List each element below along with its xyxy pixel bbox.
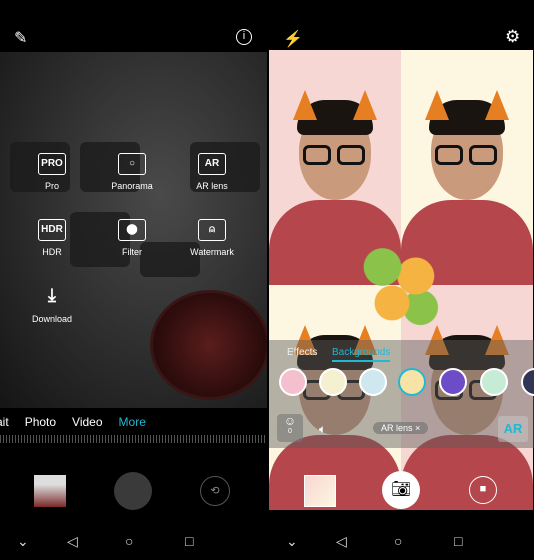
rog-logo bbox=[150, 290, 267, 400]
watermark-icon: ⍝ bbox=[198, 219, 226, 241]
mode-tabs: ait Photo Video More bbox=[0, 415, 146, 429]
giraffe-frog-sticker bbox=[354, 240, 449, 330]
tab-portrait[interactable]: ait bbox=[0, 415, 9, 429]
mode-filter[interactable]: ⬤ Filter bbox=[87, 219, 177, 257]
hdr-icon: HDR bbox=[38, 219, 66, 241]
back-icon[interactable]: ◁ bbox=[336, 533, 347, 550]
camera-more-modes-screen: ✎ i PRO Pro ○ Panorama AR AR lens HDR HDR ⬤ F… bbox=[0, 0, 267, 560]
tab-effects[interactable]: Effects bbox=[287, 347, 317, 358]
info-icon[interactable]: i bbox=[236, 29, 252, 45]
face-icon: ☺ bbox=[283, 414, 297, 428]
shutter-button[interactable]: 📷︎ bbox=[382, 471, 420, 509]
switch-camera-button[interactable]: ⟲ bbox=[200, 476, 230, 506]
ar-badge[interactable]: AR bbox=[498, 416, 528, 442]
mode-download[interactable]: ⤓ Download bbox=[7, 285, 97, 325]
back-icon[interactable]: ◁ bbox=[67, 533, 78, 550]
flash-off-icon[interactable]: ⚡ bbox=[283, 29, 303, 49]
pencil-icon[interactable]: ✎ bbox=[14, 28, 27, 48]
panorama-icon: ○ bbox=[118, 153, 146, 175]
chevron-down-icon[interactable]: ⌄ bbox=[17, 533, 29, 550]
mode-panorama[interactable]: ○ Panorama bbox=[87, 153, 177, 191]
mode-ar-lens[interactable]: AR AR lens bbox=[167, 153, 257, 191]
video-record-button[interactable]: ■ bbox=[469, 476, 497, 504]
recents-icon[interactable]: □ bbox=[185, 533, 193, 549]
download-icon: ⤓ bbox=[48, 285, 56, 305]
sticker-bunny[interactable] bbox=[319, 368, 347, 396]
mode-hdr[interactable]: HDR HDR bbox=[7, 219, 97, 257]
tab-more[interactable]: More bbox=[119, 415, 146, 429]
ar-lens-chip[interactable]: AR lens × bbox=[373, 422, 429, 434]
gallery-thumbnail[interactable] bbox=[304, 475, 336, 507]
filter-icon: ⬤ bbox=[118, 219, 146, 241]
face-count-button[interactable]: ☺ 0 bbox=[277, 414, 303, 442]
gallery-thumbnail[interactable] bbox=[34, 475, 66, 507]
sticker-animals-selected[interactable] bbox=[398, 368, 426, 396]
sticker-galaxy[interactable] bbox=[439, 368, 467, 396]
gear-icon[interactable]: ⚙ bbox=[505, 27, 520, 47]
sound-icon[interactable]: 🔈︎ bbox=[319, 422, 326, 437]
tab-photo[interactable]: Photo bbox=[25, 415, 56, 429]
shutter-button[interactable] bbox=[114, 472, 152, 510]
sticker-cupcake[interactable] bbox=[480, 368, 508, 396]
tab-backgrounds[interactable]: Backgrounds bbox=[332, 347, 391, 362]
ar-lens-screen: ⚡ ⚙ Effects Backgrounds ☺ 0 🔈︎ AR lens × … bbox=[269, 0, 534, 560]
ar-icon: AR bbox=[198, 153, 226, 175]
tab-video[interactable]: Video bbox=[72, 415, 102, 429]
mode-scroll-ruler[interactable] bbox=[0, 435, 267, 443]
sticker-camera[interactable] bbox=[359, 368, 387, 396]
close-icon[interactable]: × bbox=[415, 423, 420, 433]
sticker-love[interactable] bbox=[279, 368, 307, 396]
home-icon[interactable]: ○ bbox=[394, 533, 402, 549]
mode-watermark[interactable]: ⍝ Watermark bbox=[167, 219, 257, 257]
mode-pro[interactable]: PRO Pro bbox=[7, 153, 97, 191]
chevron-down-icon[interactable]: ⌄ bbox=[286, 533, 298, 550]
home-icon[interactable]: ○ bbox=[125, 533, 133, 549]
recents-icon[interactable]: □ bbox=[454, 533, 462, 549]
pro-icon: PRO bbox=[38, 153, 66, 175]
